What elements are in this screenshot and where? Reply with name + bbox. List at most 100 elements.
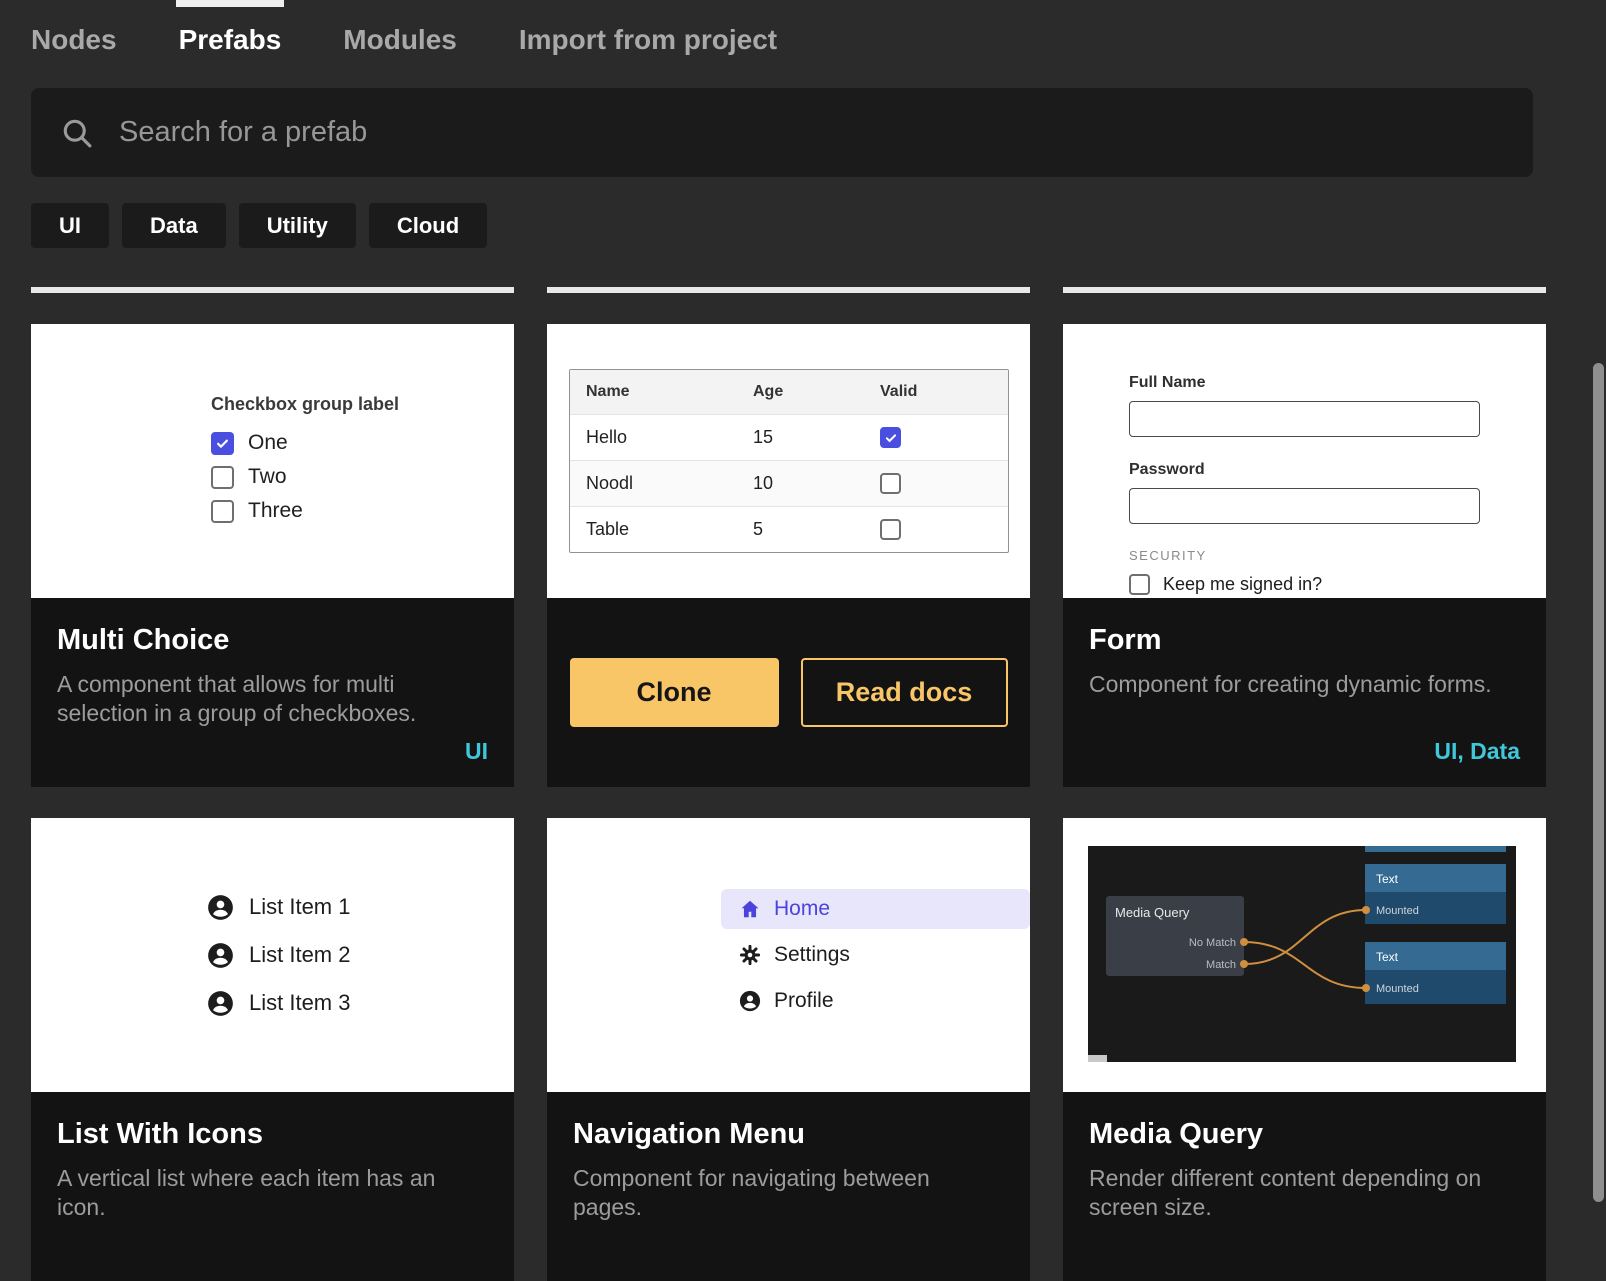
prefab-card-navigation-menu[interactable]: Home Settings <box>547 818 1030 1281</box>
checkbox-option[interactable]: One <box>211 431 514 455</box>
prefab-card-form[interactable]: Full Name Password SECURITY Keep me sign… <box>1063 324 1546 787</box>
prefab-card-media-query[interactable]: Media Query No Match Match Text Mounted <box>1063 818 1546 1281</box>
home-icon <box>739 898 761 920</box>
node-graph-screenshot: Media Query No Match Match Text Mounted <box>1088 846 1516 1062</box>
list-item: List Item 3 <box>207 990 514 1017</box>
card-description: Render different content depending on sc… <box>1089 1164 1520 1223</box>
checkbox-checked-icon[interactable] <box>880 427 901 448</box>
vertical-scrollbar-thumb[interactable] <box>1593 363 1604 1202</box>
checkbox-group-label: Checkbox group label <box>211 394 514 415</box>
nav-item-home[interactable]: Home <box>721 889 1030 929</box>
checkbox-option-label: Two <box>248 465 287 489</box>
table-header-age: Age <box>753 383 880 401</box>
checkbox-option-label: Three <box>248 499 303 523</box>
list-preview: List Item 1 List Item 2 List Item 3 <box>31 818 514 1092</box>
nav-item-settings[interactable]: Settings <box>739 935 1030 975</box>
person-circle-icon <box>207 894 234 921</box>
form-preview: Full Name Password SECURITY Keep me sign… <box>1063 324 1546 598</box>
form-info: Form Component for creating dynamic form… <box>1063 598 1546 787</box>
text-node-title: Text <box>1376 872 1399 886</box>
tab-modules[interactable]: Modules <box>343 24 457 56</box>
person-circle-icon <box>739 990 761 1012</box>
full-name-label: Full Name <box>1129 374 1546 392</box>
card-title: Navigation Menu <box>573 1118 1004 1151</box>
prefab-card-list-with-icons[interactable]: List Item 1 List Item 2 List Item 3 List… <box>31 818 514 1281</box>
nav-item-profile[interactable]: Profile <box>739 981 1030 1021</box>
table-header-valid: Valid <box>880 383 1008 401</box>
password-label: Password <box>1129 461 1546 479</box>
checkbox-unchecked-icon[interactable] <box>211 500 234 523</box>
checkbox-unchecked-icon[interactable] <box>211 466 234 489</box>
media-query-node-title: Media Query <box>1115 905 1190 920</box>
table-header-row: Name Age Valid <box>570 370 1008 414</box>
search-bar[interactable] <box>31 88 1533 177</box>
card-description: Component for creating dynamic forms. <box>1089 670 1520 699</box>
card-description: A component that allows for multi select… <box>57 670 488 729</box>
multi-choice-preview: Checkbox group label One Two Three <box>31 324 514 598</box>
checkbox-checked-icon[interactable] <box>211 432 234 455</box>
no-match-port-label: No Match <box>1189 937 1236 949</box>
list-item-label: List Item 2 <box>249 942 350 968</box>
nav-item-label: Profile <box>774 989 834 1013</box>
tab-import-from-project[interactable]: Import from project <box>519 24 777 56</box>
card-tags: UI <box>57 738 488 765</box>
gear-icon <box>739 944 761 966</box>
checkbox-unchecked-icon[interactable] <box>1129 574 1150 595</box>
table-row: Hello 15 <box>570 414 1008 460</box>
table-cell-name: Table <box>586 519 753 540</box>
table-cell-name: Noodl <box>586 473 753 494</box>
checkbox-unchecked-icon[interactable] <box>880 519 901 540</box>
password-input[interactable] <box>1129 488 1480 524</box>
tab-prefabs[interactable]: Prefabs <box>179 24 282 56</box>
checkbox-option-label: One <box>248 431 288 455</box>
filter-chip-cloud[interactable]: Cloud <box>369 203 487 248</box>
text-node-title: Text <box>1376 950 1399 964</box>
prefab-browser: { "header": { "tabs": [ { "label": "Node… <box>0 0 1606 1202</box>
card-title: List With Icons <box>57 1118 488 1151</box>
filter-chip-ui[interactable]: UI <box>31 203 109 248</box>
filter-chip-data[interactable]: Data <box>122 203 226 248</box>
media-query-preview: Media Query No Match Match Text Mounted <box>1063 818 1546 1092</box>
search-icon <box>59 115 95 151</box>
card-description: Component for navigating between pages. <box>573 1164 1004 1223</box>
card-bottom-sliver <box>31 287 514 293</box>
filter-chip-utility[interactable]: Utility <box>239 203 356 248</box>
table-cell-name: Hello <box>586 427 753 448</box>
table-row: Noodl 10 <box>570 460 1008 506</box>
checkbox-option[interactable]: Two <box>211 465 514 489</box>
table-row: Table 5 <box>570 506 1008 552</box>
multi-choice-info: Multi Choice A component that allows for… <box>31 598 514 787</box>
keep-signed-in-label: Keep me signed in? <box>1163 574 1322 595</box>
list-info: List With Icons A vertical list where ea… <box>31 1092 514 1281</box>
nav-preview: Home Settings <box>547 818 1030 1092</box>
preview-table: Name Age Valid Hello 15 Noodl 10 <box>569 369 1009 553</box>
card-title: Media Query <box>1089 1118 1520 1151</box>
card-title: Multi Choice <box>57 624 488 657</box>
full-name-input[interactable] <box>1129 401 1480 437</box>
person-circle-icon <box>207 942 234 969</box>
card-description: A vertical list where each item has an i… <box>57 1164 488 1223</box>
tab-bar: Nodes Prefabs Modules Import from projec… <box>31 0 777 56</box>
table-cell-age: 15 <box>753 427 880 448</box>
read-docs-button[interactable]: Read docs <box>801 658 1008 727</box>
nav-item-label: Settings <box>774 943 850 967</box>
prefab-grid: Checkbox group label One Two Three M <box>31 287 1546 1281</box>
mounted-port-label: Mounted <box>1376 905 1419 917</box>
checkbox-option[interactable]: Three <box>211 499 514 523</box>
filter-chips: UI Data Utility Cloud <box>31 203 487 248</box>
keep-signed-in-row[interactable]: Keep me signed in? <box>1129 574 1546 595</box>
prefab-card-table[interactable]: Name Age Valid Hello 15 Noodl 10 <box>547 324 1030 787</box>
card-tags: UI, Data <box>1089 738 1520 765</box>
clone-button[interactable]: Clone <box>570 658 779 727</box>
search-input[interactable] <box>119 116 1505 149</box>
list-item: List Item 1 <box>207 894 514 921</box>
security-section-label: SECURITY <box>1129 548 1546 563</box>
tab-nodes[interactable]: Nodes <box>31 24 117 56</box>
card-title: Form <box>1089 624 1520 657</box>
table-preview: Name Age Valid Hello 15 Noodl 10 <box>547 324 1030 598</box>
prefab-card-multi-choice[interactable]: Checkbox group label One Two Three M <box>31 324 514 787</box>
list-item-label: List Item 1 <box>249 894 350 920</box>
checkbox-unchecked-icon[interactable] <box>880 473 901 494</box>
match-port-label: Match <box>1206 959 1236 971</box>
table-cell-age: 10 <box>753 473 880 494</box>
